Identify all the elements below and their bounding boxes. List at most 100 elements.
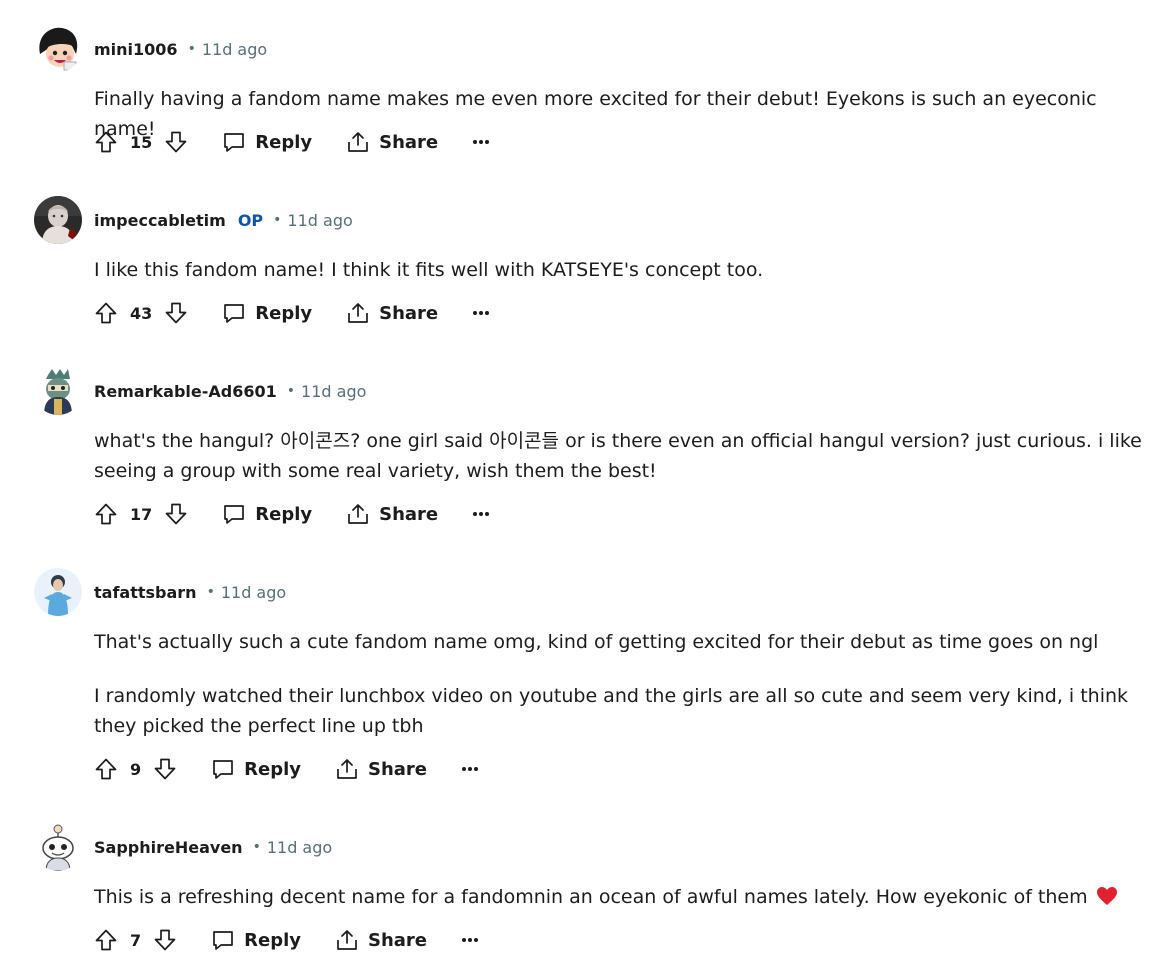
comment-meta: SapphireHeaven • 11d ago [94, 833, 332, 861]
comment-actions: 15 Reply Share [94, 126, 490, 158]
vote-score: 43 [130, 303, 153, 323]
comment-paragraph: This is a refreshing decent name for a f… [94, 882, 1144, 915]
vote-group: 9 [94, 757, 177, 781]
comment-actions: 7 Reply Share [94, 924, 479, 956]
more-options-button[interactable] [472, 139, 490, 145]
arrow-up-icon [95, 758, 117, 780]
upvote-button[interactable] [94, 757, 118, 781]
separator-dot: • [286, 383, 296, 399]
downvote-button[interactable] [164, 301, 188, 325]
share-icon [348, 504, 368, 524]
timestamp[interactable]: 11d ago [267, 838, 332, 857]
ellipsis-icon [462, 767, 479, 771]
reply-button[interactable]: Reply [211, 757, 301, 781]
separator-dot: • [273, 212, 282, 228]
comment-bubble-icon [213, 931, 233, 950]
share-label: Share [379, 302, 439, 324]
downvote-button[interactable] [164, 130, 188, 154]
comment-bubble-icon [224, 505, 245, 524]
comment-bubble-icon [224, 133, 245, 152]
timestamp[interactable]: 11d ago [221, 583, 286, 602]
comment-paragraph: I randomly watched their lunchbox video … [94, 685, 1129, 737]
comment-paragraph: I like this fandom name! I think it fits… [94, 259, 764, 281]
heart-icon [1096, 885, 1118, 915]
vote-group: 15 [94, 130, 188, 154]
arrow-up-icon [95, 929, 117, 951]
arrow-down-icon [165, 302, 187, 324]
more-options-button[interactable] [461, 937, 479, 943]
username[interactable]: Remarkable-Ad6601 [94, 382, 277, 401]
comment-text: This is a refreshing decent name for a f… [94, 886, 1088, 908]
separator-dot: • [206, 584, 215, 600]
downvote-button[interactable] [153, 928, 177, 952]
vote-group: 7 [94, 928, 177, 952]
upvote-button[interactable] [94, 301, 118, 325]
reply-button[interactable]: Reply [211, 928, 301, 952]
ellipsis-icon [462, 938, 479, 942]
vote-score: 9 [130, 759, 142, 779]
timestamp[interactable]: 11d ago [202, 40, 267, 59]
comment-meta: impeccabletim OP • 11d ago [94, 206, 353, 234]
more-options-button[interactable] [461, 766, 479, 772]
avatar[interactable] [34, 823, 82, 871]
share-icon [337, 759, 357, 779]
share-icon [337, 930, 357, 950]
avatar-icon [34, 823, 82, 871]
share-button[interactable]: Share [335, 928, 427, 952]
upvote-button[interactable] [94, 502, 118, 526]
ellipsis-icon [473, 311, 490, 315]
downvote-button[interactable] [153, 757, 177, 781]
more-options-button[interactable] [472, 310, 490, 316]
reply-label: Reply [255, 302, 313, 324]
username[interactable]: mini1006 [94, 40, 178, 59]
arrow-down-icon [165, 503, 187, 525]
timestamp[interactable]: 11d ago [301, 382, 366, 401]
share-icon [348, 303, 368, 323]
reply-button[interactable]: Reply [222, 130, 312, 154]
avatar[interactable] [34, 196, 82, 244]
share-label: Share [368, 758, 428, 780]
comment-paragraph: That's actually such a cute fandom name … [94, 631, 1099, 653]
comment-bubble-icon [213, 760, 233, 779]
username[interactable]: impeccabletim [94, 211, 226, 230]
reply-label: Reply [255, 131, 313, 153]
arrow-down-icon [154, 929, 176, 951]
share-button[interactable]: Share [346, 130, 438, 154]
avatar-icon [34, 367, 82, 415]
upvote-button[interactable] [94, 928, 118, 952]
comment-meta: mini1006 • 11d ago [94, 35, 267, 63]
arrow-down-icon [165, 131, 187, 153]
share-button[interactable]: Share [346, 502, 438, 526]
avatar-icon [34, 568, 82, 616]
username[interactable]: SapphireHeaven [94, 838, 243, 857]
avatar[interactable] [34, 568, 82, 616]
reply-button[interactable]: Reply [222, 301, 312, 325]
reply-label: Reply [255, 503, 313, 525]
upvote-button[interactable] [94, 130, 118, 154]
share-button[interactable]: Share [346, 301, 438, 325]
share-icon [348, 132, 368, 152]
username[interactable]: tafattsbarn [94, 583, 197, 602]
comment-bubble-icon [224, 304, 245, 323]
op-badge: OP [237, 210, 264, 230]
more-options-button[interactable] [472, 511, 490, 517]
avatar[interactable] [34, 367, 82, 415]
share-label: Share [379, 503, 439, 525]
vote-score: 17 [130, 504, 153, 524]
arrow-up-icon [95, 503, 117, 525]
comment-meta: Remarkable-Ad6601 • 11d ago [94, 377, 366, 405]
timestamp[interactable]: 11d ago [287, 211, 352, 230]
avatar[interactable] [34, 24, 82, 72]
separator-dot: • [252, 839, 261, 855]
arrow-up-icon [95, 131, 117, 153]
avatar-icon [34, 24, 82, 72]
reply-button[interactable]: Reply [222, 502, 312, 526]
comment-paragraph: what's the hangul? 아이콘즈? one girl said 아… [94, 430, 1142, 482]
comment-meta: tafattsbarn • 11d ago [94, 578, 286, 606]
reply-label: Reply [244, 929, 301, 951]
vote-score: 7 [130, 930, 142, 950]
share-button[interactable]: Share [335, 757, 427, 781]
downvote-button[interactable] [164, 502, 188, 526]
comment-body: I like this fandom name! I think it fits… [94, 255, 1144, 285]
comment-actions: 9 Reply Share [94, 753, 479, 785]
